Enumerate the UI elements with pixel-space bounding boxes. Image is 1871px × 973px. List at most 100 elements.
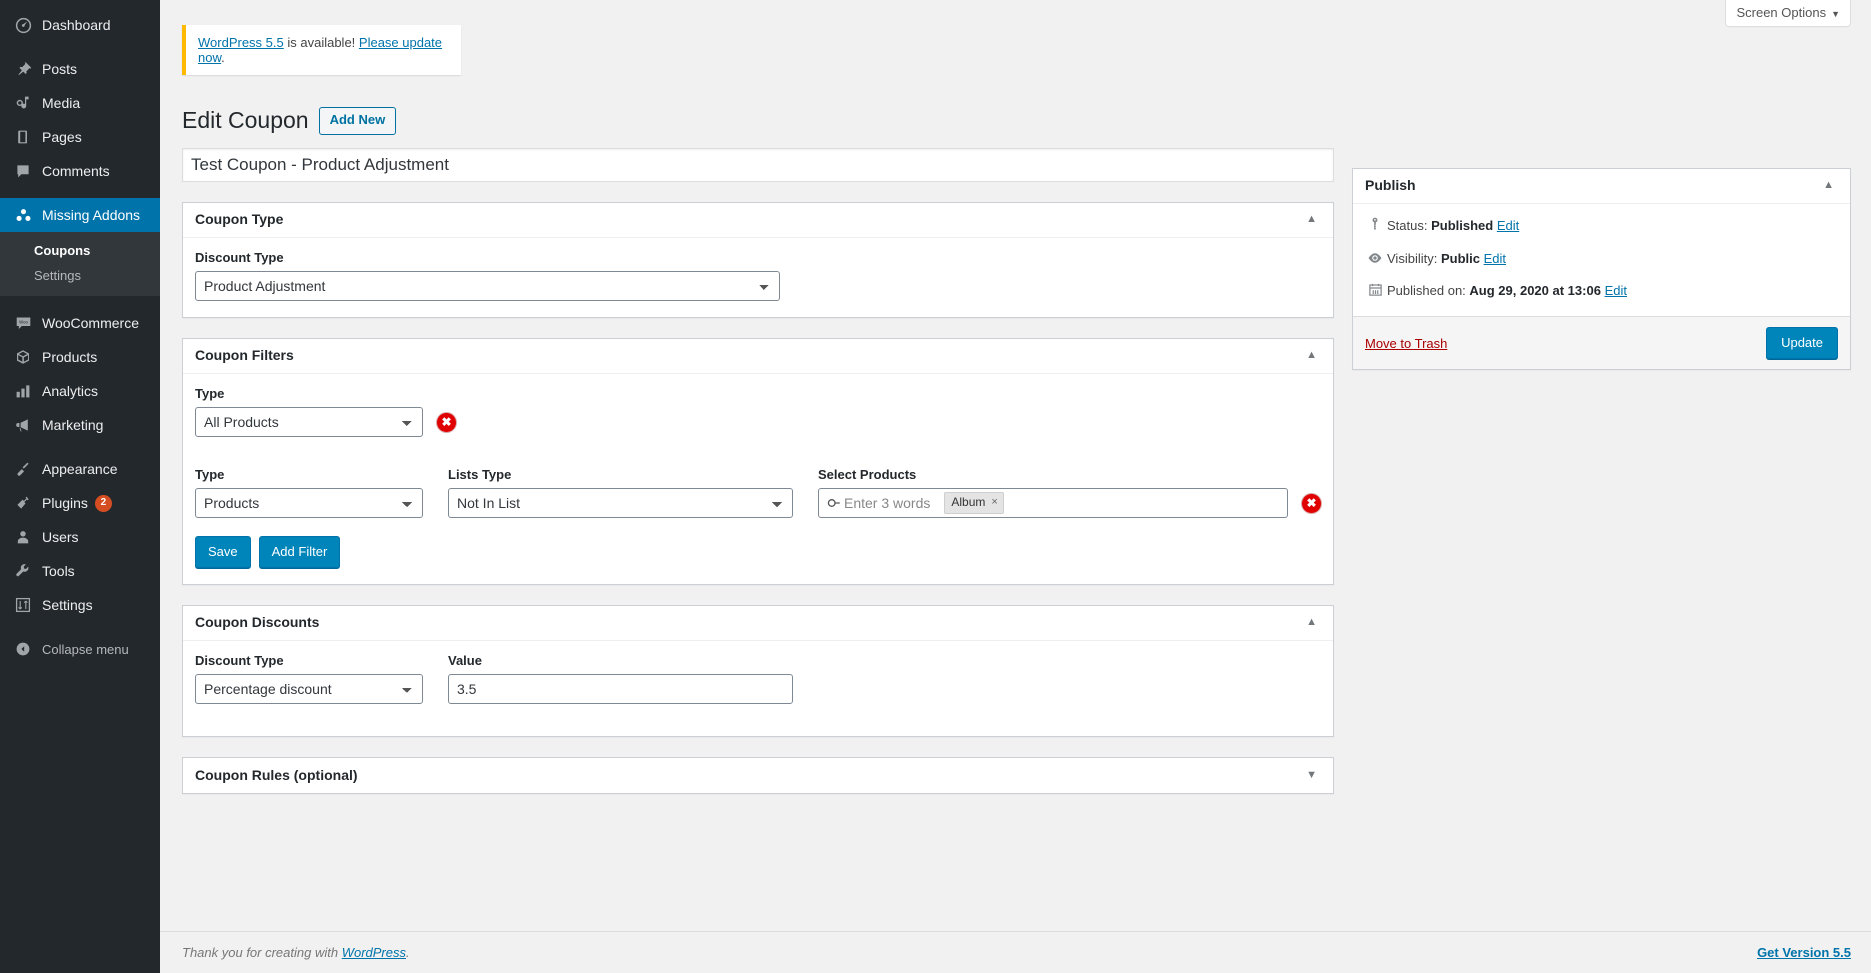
get-version-link[interactable]: Get Version 5.5 <box>1757 945 1851 960</box>
publish-panel-body: Status: Published Edit Visibility: Publi… <box>1353 204 1850 370</box>
sidebar-item-label: WooCommerce <box>42 315 139 331</box>
chevron-up-icon[interactable]: ▲ <box>1819 180 1838 191</box>
sidebar-item-label: Media <box>42 95 81 111</box>
sidebar-subitem-settings[interactable]: Settings <box>0 263 160 288</box>
publish-visibility-value: Public <box>1440 250 1480 266</box>
chart-icon <box>12 383 34 399</box>
discount-value-input[interactable] <box>448 673 793 704</box>
sidebar-divider <box>0 296 160 306</box>
publish-panel-header[interactable]: Publish ▲ <box>1353 169 1850 204</box>
save-button[interactable]: Save <box>195 535 251 568</box>
sidebar-item-comments[interactable]: Comments <box>0 154 160 188</box>
plugins-update-badge: 2 <box>94 494 112 512</box>
filter-actions: Save Add Filter <box>195 535 1321 568</box>
coupon-filters-panel-header[interactable]: Coupon Filters ▲ <box>183 339 1333 374</box>
key-icon <box>1365 217 1385 231</box>
filter-row-1: Type All Products ✖ <box>195 386 1321 437</box>
filter-row-2-lists-type-label: Lists Type <box>448 466 512 482</box>
publish-status-text: Status: Published Edit <box>1387 216 1519 237</box>
filter-row-2-type-label: Type <box>195 466 225 482</box>
screen-meta: Screen Options ▼ <box>1725 0 1851 27</box>
sidebar-item-settings[interactable]: Settings <box>0 588 160 622</box>
sidebar-item-tools[interactable]: Tools <box>0 554 160 588</box>
wordpress-version-link[interactable]: WordPress 5.5 <box>198 35 284 50</box>
publish-panel: Publish ▲ Status: Published Edit Visibil… <box>1352 167 1851 371</box>
filter-row-2-select-products-group: Select Products Enter 3 words Album × <box>818 467 1288 518</box>
sidebar-item-label: Dashboard <box>42 17 111 33</box>
filter-row-2-lists-type-group: Lists Type Not In List <box>448 467 793 518</box>
sidebar-item-label: Settings <box>42 597 93 613</box>
remove-filter-icon[interactable]: ✖ <box>1302 493 1321 513</box>
coupon-discounts-panel: Coupon Discounts ▲ Discount Type Percent… <box>182 604 1334 737</box>
discount-value-label: Value <box>448 652 482 668</box>
update-notice: WordPress 5.5 is available! Please updat… <box>182 25 461 75</box>
remove-filter-icon[interactable]: ✖ <box>437 412 456 432</box>
post-body-sidebar: Publish ▲ Status: Published Edit Visibil… <box>1352 148 1851 371</box>
sidebar-submenu-missing-addons: Coupons Settings <box>0 232 160 296</box>
publish-date-label: Published on: <box>1387 283 1470 299</box>
close-icon[interactable]: × <box>991 496 997 509</box>
sidebar-item-woocommerce[interactable]: Woo WooCommerce <box>0 306 160 340</box>
sidebar-item-plugins[interactable]: Plugins 2 <box>0 486 160 520</box>
sidebar-item-label: Comments <box>42 163 110 179</box>
sidebar-item-label: Pages <box>42 129 82 145</box>
publish-visibility-row: Visibility: Public Edit <box>1353 243 1850 276</box>
pin-icon <box>12 61 34 77</box>
coupon-type-panel-header[interactable]: Coupon Type ▲ <box>183 203 1333 238</box>
add-new-button[interactable]: Add New <box>318 107 397 135</box>
publish-date-edit-link[interactable]: Edit <box>1605 283 1627 298</box>
sidebar-item-pages[interactable]: Pages <box>0 120 160 154</box>
sidebar-subitem-coupons[interactable]: Coupons <box>0 238 160 263</box>
sidebar-item-media[interactable]: Media <box>0 86 160 120</box>
sidebar-item-appearance[interactable]: Appearance <box>0 452 160 486</box>
coupon-rules-panel-header[interactable]: Coupon Rules (optional) ▼ <box>183 758 1333 793</box>
sidebar-item-analytics[interactable]: Analytics <box>0 374 160 408</box>
sidebar-item-label: Missing Addons <box>42 207 141 223</box>
update-button[interactable]: Update <box>1766 327 1838 360</box>
product-token[interactable]: Album × <box>944 492 1004 514</box>
chevron-up-icon[interactable]: ▲ <box>1302 617 1321 628</box>
sidebar-item-label: Appearance <box>42 461 118 477</box>
select-products-input[interactable]: Enter 3 words Album × <box>818 487 1288 518</box>
coupon-discounts-panel-header[interactable]: Coupon Discounts ▲ <box>183 606 1333 641</box>
filter-row-2-type-select[interactable]: Products <box>195 487 423 518</box>
sidebar-item-label: Marketing <box>42 417 104 433</box>
brush-icon <box>12 461 34 477</box>
sidebar-item-label: Users <box>42 529 79 545</box>
admin-footer: Thank you for creating with WordPress. G… <box>160 931 1871 973</box>
chevron-up-icon[interactable]: ▲ <box>1302 214 1321 225</box>
sidebar-item-marketing[interactable]: Marketing <box>0 408 160 442</box>
chevron-down-icon[interactable]: ▼ <box>1302 769 1321 781</box>
screen-options-button[interactable]: Screen Options ▼ <box>1725 0 1851 27</box>
coupon-type-panel: Coupon Type ▲ Discount Type Product Adju… <box>182 201 1334 318</box>
collapse-menu-button[interactable]: Collapse menu <box>0 632 160 666</box>
chevron-up-icon[interactable]: ▲ <box>1302 350 1321 361</box>
filter-row-2: Type Products Lists Type Not In List Sel… <box>195 467 1321 518</box>
filter-row-1-type-select[interactable]: All Products <box>195 406 423 437</box>
publish-visibility-edit-link[interactable]: Edit <box>1484 251 1506 266</box>
sidebar-item-products[interactable]: Products <box>0 340 160 374</box>
screen-options-label: Screen Options <box>1736 5 1827 20</box>
admin-main: Screen Options ▼ WordPress 5.5 is availab… <box>160 0 1871 973</box>
discounts-discount-type-select[interactable]: Percentage discount <box>195 673 423 704</box>
coupon-type-discount-type-select[interactable]: Product Adjustment <box>195 270 780 301</box>
publish-status-edit-link[interactable]: Edit <box>1497 218 1519 233</box>
add-filter-button[interactable]: Add Filter <box>258 535 341 568</box>
wordpress-link[interactable]: WordPress <box>342 945 406 960</box>
sidebar-item-users[interactable]: Users <box>0 520 160 554</box>
sidebar-item-label: Products <box>42 349 98 365</box>
collapse-menu-label: Collapse menu <box>42 641 129 657</box>
sidebar-item-dashboard[interactable]: Dashboard <box>0 8 160 42</box>
coupon-title-input[interactable] <box>182 147 1334 182</box>
select-products-label: Select Products <box>818 466 917 482</box>
filter-row-2-lists-type-select[interactable]: Not In List <box>448 487 793 518</box>
discount-value-group: Value <box>448 653 793 704</box>
admin-sidebar: Dashboard Posts Media Pages Comments Mis… <box>0 0 168 973</box>
coupon-type-panel-body: Discount Type Product Adjustment <box>183 238 1333 317</box>
sidebar-item-missing-addons[interactable]: Missing Addons <box>0 198 168 232</box>
notice-trailing: . <box>221 50 225 65</box>
filter-row-1-type-label: Type <box>195 385 225 401</box>
move-to-trash-link[interactable]: Move to Trash <box>1365 336 1447 351</box>
sidebar-item-posts[interactable]: Posts <box>0 52 160 86</box>
coupon-rules-panel-title: Coupon Rules (optional) <box>195 766 358 783</box>
